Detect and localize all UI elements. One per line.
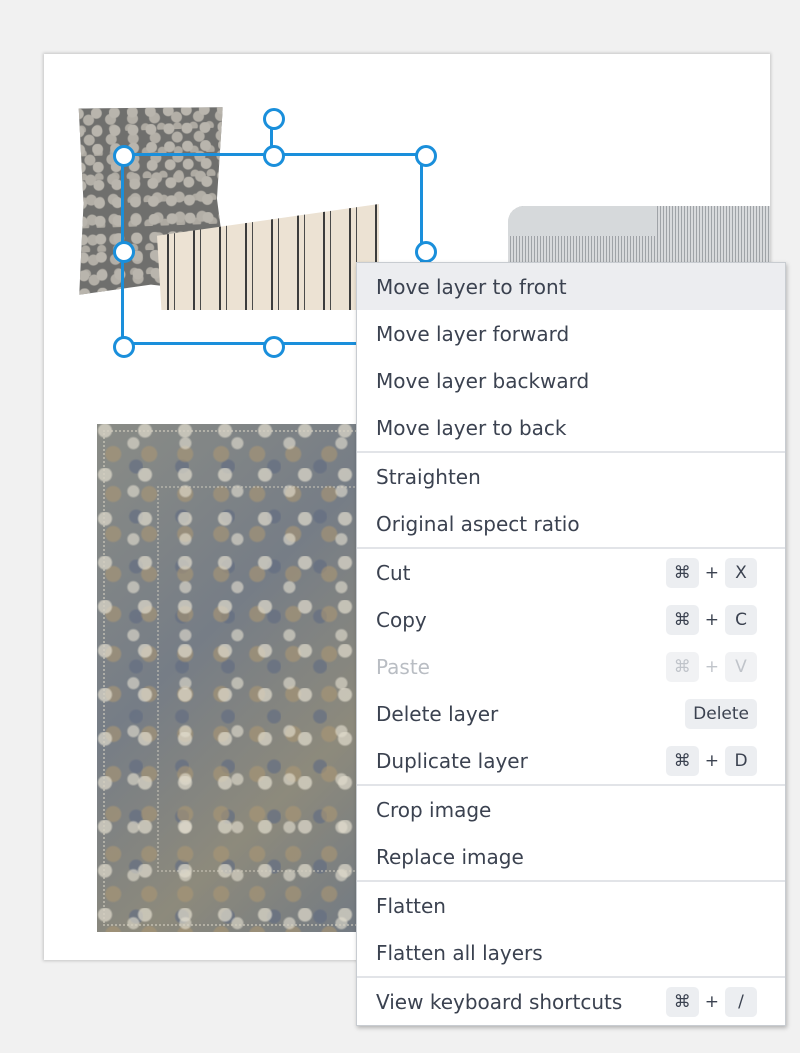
command-key-icon: ⌘ (665, 604, 699, 635)
menu-item-view-keyboard-shortcuts[interactable]: View keyboard shortcuts ⌘ + / (357, 978, 785, 1025)
menu-item-label: Move layer forward (376, 321, 570, 346)
keyboard-shortcut: Delete (685, 698, 757, 729)
key-badge: Delete (685, 698, 757, 729)
menu-item-flatten-all-layers[interactable]: Flatten all layers (357, 929, 785, 976)
keyboard-shortcut: ⌘ + X (665, 557, 757, 588)
plus-sign: + (704, 562, 719, 583)
menu-item-label: View keyboard shortcuts (376, 989, 623, 1014)
menu-item-label: Move layer to front (376, 274, 567, 299)
key-badge: C (725, 604, 757, 635)
menu-item-original-aspect-ratio[interactable]: Original aspect ratio (357, 500, 785, 547)
menu-item-straighten[interactable]: Straighten (357, 453, 785, 500)
command-key-icon: ⌘ (665, 651, 699, 682)
vintage-rug-image[interactable] (97, 424, 387, 932)
resize-handle-right[interactable] (415, 241, 437, 263)
menu-item-move-layer-to-front[interactable]: Move layer to front (357, 263, 785, 310)
plus-sign: + (704, 991, 719, 1012)
resize-handle-top[interactable] (263, 145, 285, 167)
menu-item-label: Delete layer (376, 701, 499, 726)
menu-item-paste: Paste ⌘ + V (357, 643, 785, 690)
keyboard-shortcut: ⌘ + V (665, 651, 757, 682)
menu-item-label: Original aspect ratio (376, 511, 580, 536)
plus-sign: + (704, 609, 719, 630)
menu-item-copy[interactable]: Copy ⌘ + C (357, 596, 785, 643)
rotate-handle[interactable] (263, 108, 285, 130)
menu-item-label: Cut (376, 560, 411, 585)
menu-item-duplicate-layer[interactable]: Duplicate layer ⌘ + D (357, 737, 785, 784)
command-key-icon: ⌘ (665, 557, 699, 588)
command-key-icon: ⌘ (665, 986, 699, 1017)
menu-item-label: Copy (376, 607, 427, 632)
resize-handle-top-right[interactable] (415, 145, 437, 167)
command-key-icon: ⌘ (665, 745, 699, 776)
plus-sign: + (704, 656, 719, 677)
menu-item-label: Paste (376, 654, 430, 679)
resize-handle-top-left[interactable] (113, 145, 135, 167)
menu-item-label: Move layer to back (376, 415, 567, 440)
menu-item-label: Move layer backward (376, 368, 590, 393)
key-badge: X (725, 557, 757, 588)
menu-item-replace-image[interactable]: Replace image (357, 833, 785, 880)
key-badge: V (725, 651, 757, 682)
menu-item-label: Crop image (376, 797, 492, 822)
resize-handle-bottom[interactable] (263, 336, 285, 358)
keyboard-shortcut: ⌘ + C (665, 604, 757, 635)
menu-item-label: Replace image (376, 844, 524, 869)
key-badge: D (725, 745, 757, 776)
keyboard-shortcut: ⌘ + / (665, 986, 757, 1017)
context-menu: Move layer to front Move layer forward Mov… (356, 262, 786, 1026)
keyboard-shortcut: ⌘ + D (665, 745, 757, 776)
menu-item-label: Duplicate layer (376, 748, 528, 773)
menu-item-move-layer-forward[interactable]: Move layer forward (357, 310, 785, 357)
menu-item-flatten[interactable]: Flatten (357, 882, 785, 929)
menu-item-delete-layer[interactable]: Delete layer Delete (357, 690, 785, 737)
menu-item-cut[interactable]: Cut ⌘ + X (357, 549, 785, 596)
menu-item-move-layer-backward[interactable]: Move layer backward (357, 357, 785, 404)
menu-item-label: Flatten all layers (376, 940, 543, 965)
resize-handle-bottom-left[interactable] (113, 336, 135, 358)
menu-item-move-layer-to-back[interactable]: Move layer to back (357, 404, 785, 451)
menu-item-label: Flatten (376, 893, 446, 918)
menu-item-crop-image[interactable]: Crop image (357, 786, 785, 833)
key-badge: / (725, 986, 757, 1017)
plus-sign: + (704, 750, 719, 771)
resize-handle-left[interactable] (113, 241, 135, 263)
menu-item-label: Straighten (376, 464, 481, 489)
